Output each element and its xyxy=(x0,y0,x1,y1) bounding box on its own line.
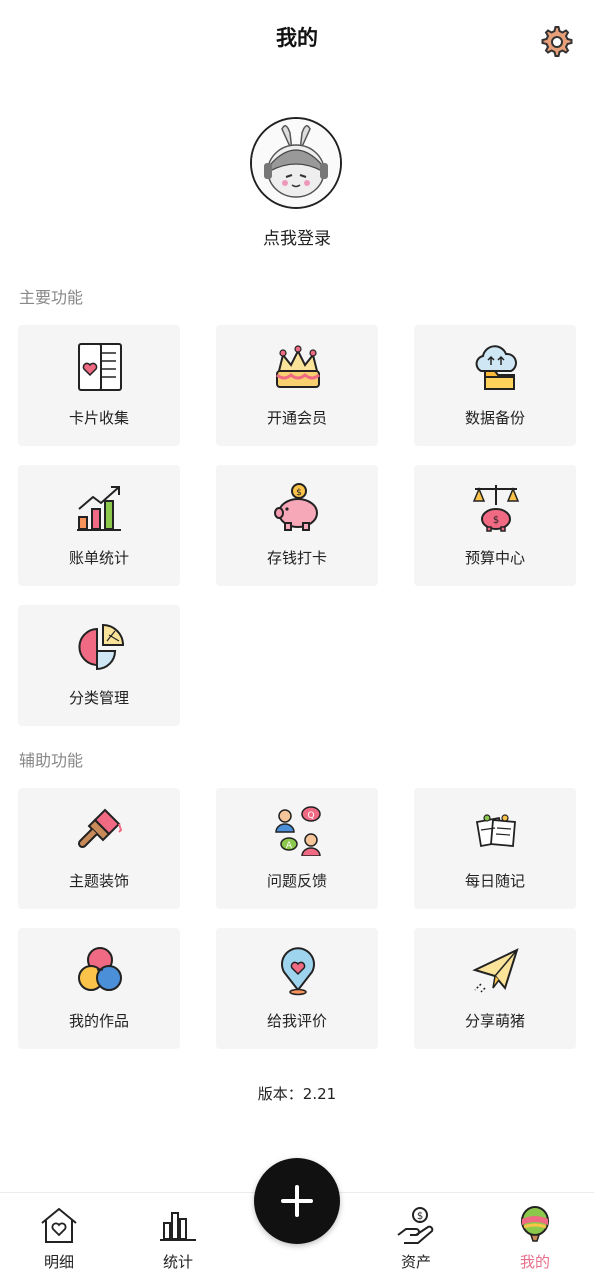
feedback-button[interactable]: Q A 问题反馈 xyxy=(216,788,378,909)
budget-center-button[interactable]: $ 预算中心 xyxy=(414,465,576,586)
card-label: 预算中心 xyxy=(464,549,525,567)
svg-text:A: A xyxy=(286,841,293,851)
card-label: 卡片收集 xyxy=(68,409,129,427)
color-circles-icon xyxy=(75,944,125,996)
card-label: 开通会员 xyxy=(266,409,327,427)
category-manage-button[interactable]: 分类管理 xyxy=(18,605,180,726)
aux-section-title: 辅助功能 xyxy=(19,751,84,770)
paint-brush-icon xyxy=(75,804,125,856)
my-works-button[interactable]: 我的作品 xyxy=(18,928,180,1049)
pie-chart-icon xyxy=(75,621,125,673)
plus-icon xyxy=(281,1185,313,1217)
svg-text:$: $ xyxy=(296,488,302,498)
card-label: 给我评价 xyxy=(266,1012,327,1030)
version-text: 版本：2.21 xyxy=(257,1085,337,1103)
nav-item-assets[interactable]: $ 资产 xyxy=(376,1205,456,1275)
house-heart-icon xyxy=(39,1205,79,1245)
login-button[interactable]: 点我登录 xyxy=(0,224,594,249)
share-button[interactable]: 分享萌猪 xyxy=(414,928,576,1049)
cloud-folder-icon xyxy=(471,341,521,393)
nav-item-stats[interactable]: 统计 xyxy=(138,1205,218,1275)
crown-cake-icon xyxy=(273,341,323,393)
svg-text:$: $ xyxy=(493,515,499,526)
nav-label: 我的 xyxy=(519,1253,550,1271)
daily-notes-button[interactable]: 每日随记 xyxy=(414,788,576,909)
bar-chart-icon xyxy=(75,481,125,533)
card-label: 账单统计 xyxy=(68,549,129,567)
card-collection-button[interactable]: 卡片收集 xyxy=(18,325,180,446)
bar-stats-icon xyxy=(158,1205,198,1245)
card-label: 存钱打卡 xyxy=(266,549,327,567)
card-label: 我的作品 xyxy=(68,1012,129,1030)
card-label: 问题反馈 xyxy=(266,872,327,890)
card-label: 数据备份 xyxy=(464,409,525,427)
nav-item-mine[interactable]: 我的 xyxy=(495,1205,575,1275)
feedback-icon: Q A xyxy=(273,804,323,857)
piggy-bank-icon: $ xyxy=(273,481,323,533)
add-button[interactable] xyxy=(254,1158,340,1244)
card-label: 分享萌猪 xyxy=(464,1012,525,1030)
card-label: 分类管理 xyxy=(68,689,129,707)
card-label: 每日随记 xyxy=(464,872,525,890)
svg-text:Q: Q xyxy=(307,811,314,821)
scale-piggy-icon: $ xyxy=(471,481,521,533)
nav-label: 统计 xyxy=(162,1253,193,1271)
rate-me-button[interactable]: 给我评价 xyxy=(216,928,378,1049)
nav-label: 明细 xyxy=(43,1253,74,1271)
card-label: 主题装饰 xyxy=(68,872,129,890)
main-section-title: 主要功能 xyxy=(19,288,84,307)
card-book-icon xyxy=(75,341,125,393)
top-bar: 我的 xyxy=(0,0,594,76)
vip-button[interactable]: 开通会员 xyxy=(216,325,378,446)
paper-plane-icon xyxy=(471,944,521,996)
gear-icon[interactable] xyxy=(540,24,574,58)
balloon-icon xyxy=(515,1205,555,1245)
theme-button[interactable]: 主题装饰 xyxy=(18,788,180,909)
hand-coin-icon: $ xyxy=(396,1205,436,1245)
avatar-icon xyxy=(252,119,340,207)
notes-icon xyxy=(471,804,521,856)
nav-item-details[interactable]: 明细 xyxy=(19,1205,99,1275)
backup-button[interactable]: 数据备份 xyxy=(414,325,576,446)
bill-stats-button[interactable]: 账单统计 xyxy=(18,465,180,586)
svg-text:$: $ xyxy=(417,1211,423,1222)
nav-label: 资产 xyxy=(400,1253,431,1271)
avatar[interactable] xyxy=(250,117,342,209)
save-money-button[interactable]: $ 存钱打卡 xyxy=(216,465,378,586)
page-title: 我的 xyxy=(276,26,318,50)
heart-pin-icon xyxy=(273,944,323,996)
